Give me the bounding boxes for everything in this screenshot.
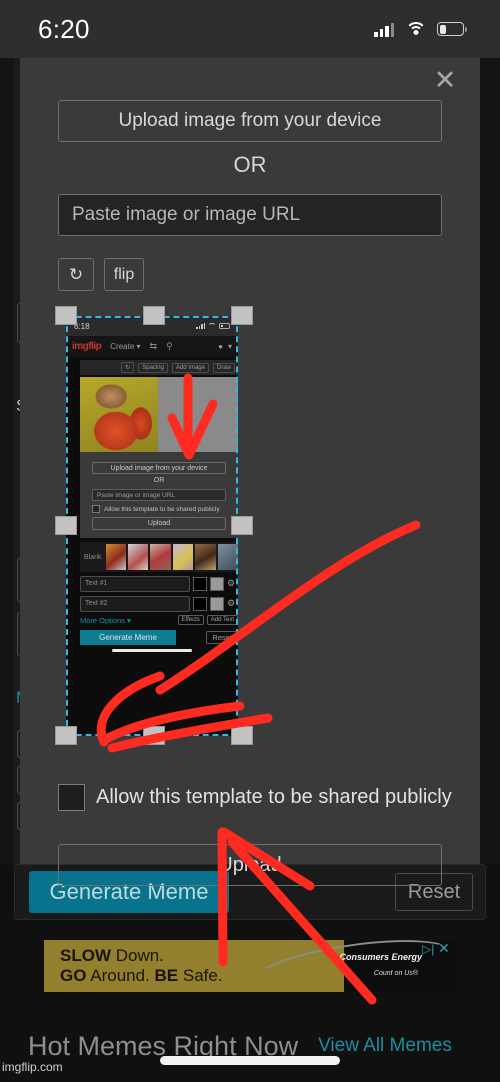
ad-line-1: SLOW Down. (60, 946, 164, 965)
image-cropper[interactable]: 6:18 imgflip Create ▾ ⇆ ⚲ ● ▾ ↻ Spacing … (55, 306, 253, 746)
status-icons (374, 21, 467, 37)
status-bar: 6:20 (0, 0, 500, 58)
crop-handle-bottom-left[interactable] (55, 726, 77, 745)
or-separator-label: OR (233, 152, 267, 177)
crop-selection-box (66, 316, 238, 736)
wifi-icon (405, 21, 426, 37)
crop-handle-bottom-center[interactable] (143, 726, 165, 745)
upload-from-device-button[interactable]: Upload image from your device (58, 100, 442, 142)
image-url-input[interactable]: Paste image or image URL (58, 194, 442, 236)
close-icon[interactable]: ✕ (432, 67, 458, 94)
ad-line-2: GO Around. BE Safe. (60, 966, 223, 985)
share-publicly-label: Allow this template to be shared publicl… (96, 786, 452, 808)
watermark: imgflip.com (2, 1060, 63, 1074)
view-all-memes-link[interactable]: View All Memes (318, 1035, 452, 1057)
upload-image-modal: ✕ Upload image from your device OR Paste… (20, 58, 480, 886)
share-publicly-checkbox[interactable] (58, 784, 85, 811)
crop-handle-top-center[interactable] (143, 306, 165, 325)
phone-screen: S M Generate Meme Reset SLOW Down. GO Ar… (0, 0, 500, 1082)
ad-close-icon[interactable]: ✕ (438, 941, 452, 956)
status-time: 6:20 (38, 13, 90, 44)
upload-button[interactable]: Upload (58, 844, 442, 886)
crop-handle-top-left[interactable] (55, 306, 77, 325)
battery-icon (437, 22, 467, 36)
ad-brand-name: Consumers Energy (339, 952, 422, 962)
adchoices-icon[interactable]: ▷| (422, 942, 436, 956)
crop-handle-top-right[interactable] (231, 306, 253, 325)
rotate-icon-button[interactable]: ↻ (58, 258, 94, 291)
ad-banner[interactable]: SLOW Down. GO Around. BE Safe. Consumers… (44, 930, 457, 1002)
crop-handle-middle-left[interactable] (55, 516, 77, 535)
crop-handle-middle-right[interactable] (231, 516, 253, 535)
ad-tagline: Count on Us® (373, 970, 418, 977)
home-indicator (160, 1056, 340, 1065)
share-publicly-row[interactable]: Allow this template to be shared publicl… (58, 784, 452, 811)
crop-handle-bottom-right[interactable] (231, 726, 253, 745)
flip-button[interactable]: flip (104, 258, 144, 291)
signal-icon (374, 22, 394, 37)
